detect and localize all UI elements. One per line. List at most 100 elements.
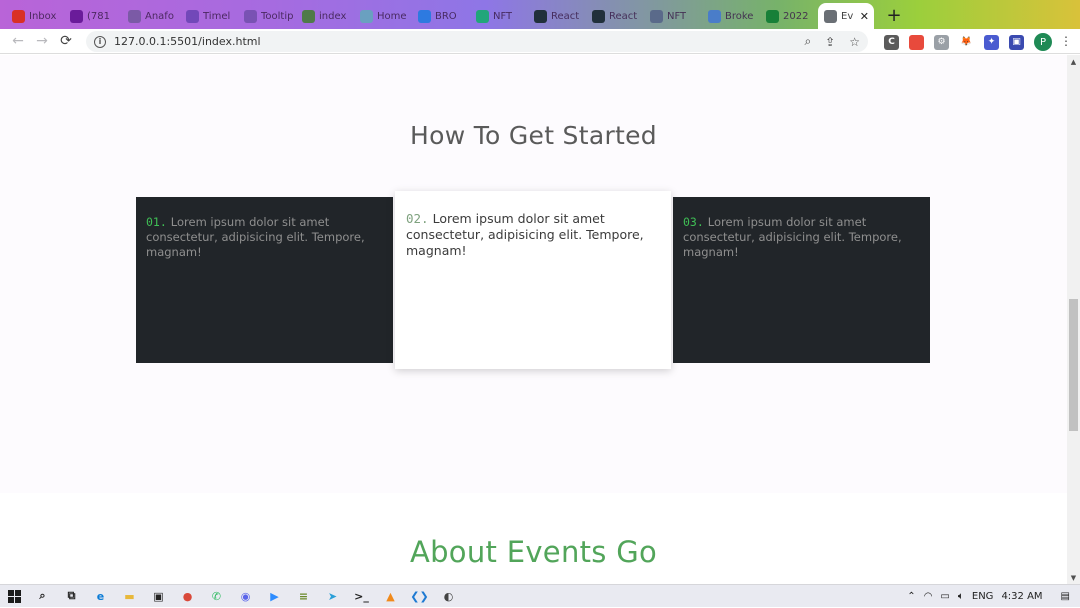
react-icon	[534, 9, 547, 23]
chrome-icon[interactable]: ●	[173, 585, 202, 608]
app-glyph: ▲	[386, 589, 395, 603]
browser-tab[interactable]: Timel	[180, 3, 238, 29]
tray-overflow-icon[interactable]: ⌃	[907, 591, 915, 602]
tab-title: Timel	[203, 10, 231, 22]
reload-button[interactable]: ⟳	[54, 29, 78, 53]
cloud-icon	[418, 9, 431, 23]
browser-tab[interactable]: BRO	[412, 3, 470, 29]
step-text: Lorem ipsum dolor sit amet consectetur, …	[683, 215, 902, 259]
browser-tab[interactable]: Inbox	[6, 3, 64, 29]
browser-tab[interactable]: NFT	[470, 3, 528, 29]
forward-button[interactable]: →	[30, 29, 54, 53]
battery-icon[interactable]: ▭	[940, 591, 949, 602]
layers-app-icon[interactable]: ≡	[289, 585, 318, 608]
metamask-fox-icon[interactable]: 🦊	[959, 34, 974, 50]
tab-title: Broke	[725, 10, 754, 22]
edge-icon[interactable]: e	[86, 585, 115, 608]
step-number: 01.	[146, 215, 167, 229]
step-text: Lorem ipsum dolor sit amet consectetur, …	[146, 215, 365, 259]
discord-icon[interactable]: ◉	[231, 585, 260, 608]
browser-tab[interactable]: index	[296, 3, 354, 29]
step-text: Lorem ipsum dolor sit amet consectetur, …	[406, 211, 644, 258]
search-icon[interactable]: ⌕	[28, 585, 57, 608]
tab-title: React	[551, 10, 580, 22]
browser-tab[interactable]: (781	[64, 3, 122, 29]
tab-title: Inbox	[29, 10, 57, 22]
browser-tab[interactable]: 2022	[760, 3, 818, 29]
app-glyph: >_	[354, 589, 369, 603]
volume-icon[interactable]: 🔈︎	[958, 591, 964, 602]
browser-tab-active[interactable]: Ev ✕	[818, 3, 874, 29]
page-viewport: How To Get Started 01. Lorem ipsum dolor …	[0, 55, 1067, 584]
get-started-heading: How To Get Started	[410, 121, 657, 150]
globe-icon	[128, 9, 141, 23]
clock[interactable]: 4:32 AM	[1001, 591, 1042, 602]
new-tab-button[interactable]: +	[882, 3, 906, 27]
vscode-icon[interactable]: ❮❯	[405, 585, 434, 608]
browser-tab[interactable]: Tooltip	[238, 3, 296, 29]
scroll-up-icon[interactable]: ▲	[1067, 55, 1080, 68]
store-icon[interactable]: ▣	[144, 585, 173, 608]
browser-tab[interactable]: Home	[354, 3, 412, 29]
scrollbar-thumb[interactable]	[1069, 299, 1078, 431]
browser-tab[interactable]: Broke	[702, 3, 760, 29]
task-view-icon[interactable]: ⧉	[57, 585, 86, 608]
globe-icon	[302, 9, 315, 23]
url-text: 127.0.0.1:5501/index.html	[114, 35, 261, 48]
scroll-down-icon[interactable]: ▼	[1067, 571, 1080, 584]
color-wheel-extension-icon[interactable]	[909, 34, 924, 50]
app-glyph: ❮❯	[410, 589, 429, 603]
system-tray: ⌃ ◠ ▭ 🔈︎ ENG 4:32 AM ▤	[907, 585, 1080, 608]
address-bar[interactable]: i 127.0.0.1:5501/index.html ⌕ ⇪ ☆	[86, 31, 868, 52]
wifi-icon[interactable]: ◠	[924, 591, 933, 602]
browser-menu-icon[interactable]: ⋮	[1060, 34, 1072, 48]
site-info-icon[interactable]: i	[94, 35, 106, 48]
profile-avatar[interactable]: P	[1034, 33, 1052, 51]
whatsapp-icon[interactable]: ✆	[202, 585, 231, 608]
bootstrap-icon	[244, 9, 257, 23]
browser-tab[interactable]: Anafo	[122, 3, 180, 29]
app-glyph: ⌕	[39, 589, 46, 602]
step-card-3: 03. Lorem ipsum dolor sit amet consectetu…	[673, 197, 930, 363]
windows-logo-icon	[7, 589, 21, 603]
page-scrollbar[interactable]: ▲ ▼	[1067, 55, 1080, 584]
vlc-icon[interactable]: ▲	[376, 585, 405, 608]
app-glyph: ●	[182, 589, 193, 603]
app-glyph: ◉	[240, 589, 251, 603]
tab-title: Tooltip	[261, 10, 294, 22]
app-glyph: ▣	[153, 589, 164, 603]
start-button[interactable]	[0, 585, 28, 608]
tab-title: React	[609, 10, 638, 22]
app-glyph: ✆	[211, 589, 222, 603]
language-indicator[interactable]: ENG	[972, 591, 994, 602]
file-explorer-icon[interactable]: ▬	[115, 585, 144, 608]
app-glyph: ▶	[270, 589, 279, 603]
close-tab-icon[interactable]: ✕	[860, 10, 869, 23]
tab-title: BRO	[435, 10, 457, 22]
c-extension-icon[interactable]: C	[884, 34, 899, 50]
bookmark-star-icon[interactable]: ☆	[849, 35, 860, 49]
browser-tab[interactable]: NFT	[644, 3, 702, 29]
globe-icon	[824, 9, 837, 23]
tab-title: index	[319, 10, 347, 22]
share-icon[interactable]: ⇪	[825, 35, 835, 49]
terminal-icon[interactable]: >_	[347, 585, 376, 608]
globe-icon	[650, 9, 663, 23]
tab-title: 2022	[783, 10, 809, 22]
browser-tab[interactable]: React	[528, 3, 586, 29]
browser-tab[interactable]: React	[586, 3, 644, 29]
notifications-icon[interactable]: ▤	[1061, 591, 1070, 602]
globe-icon	[360, 9, 373, 23]
zoom-icon[interactable]: ▶	[260, 585, 289, 608]
browser-toolbar: ← → ⟳ i 127.0.0.1:5501/index.html ⌕ ⇪ ☆ …	[0, 29, 1080, 54]
app-glyph: ⧉	[67, 589, 76, 602]
gear-extension-icon[interactable]: ⚙	[934, 34, 949, 50]
telegram-icon[interactable]: ➤	[318, 585, 347, 608]
chart-icon	[708, 9, 721, 23]
sidepanel-icon[interactable]: ▣	[1009, 34, 1024, 50]
app-glyph: e	[96, 589, 105, 603]
puzzle-extensions-icon[interactable]: ✦	[984, 34, 999, 50]
back-button[interactable]: ←	[6, 29, 30, 53]
photos-icon[interactable]: ◐	[434, 585, 463, 608]
zoom-magnifier-icon[interactable]: ⌕	[804, 34, 811, 49]
